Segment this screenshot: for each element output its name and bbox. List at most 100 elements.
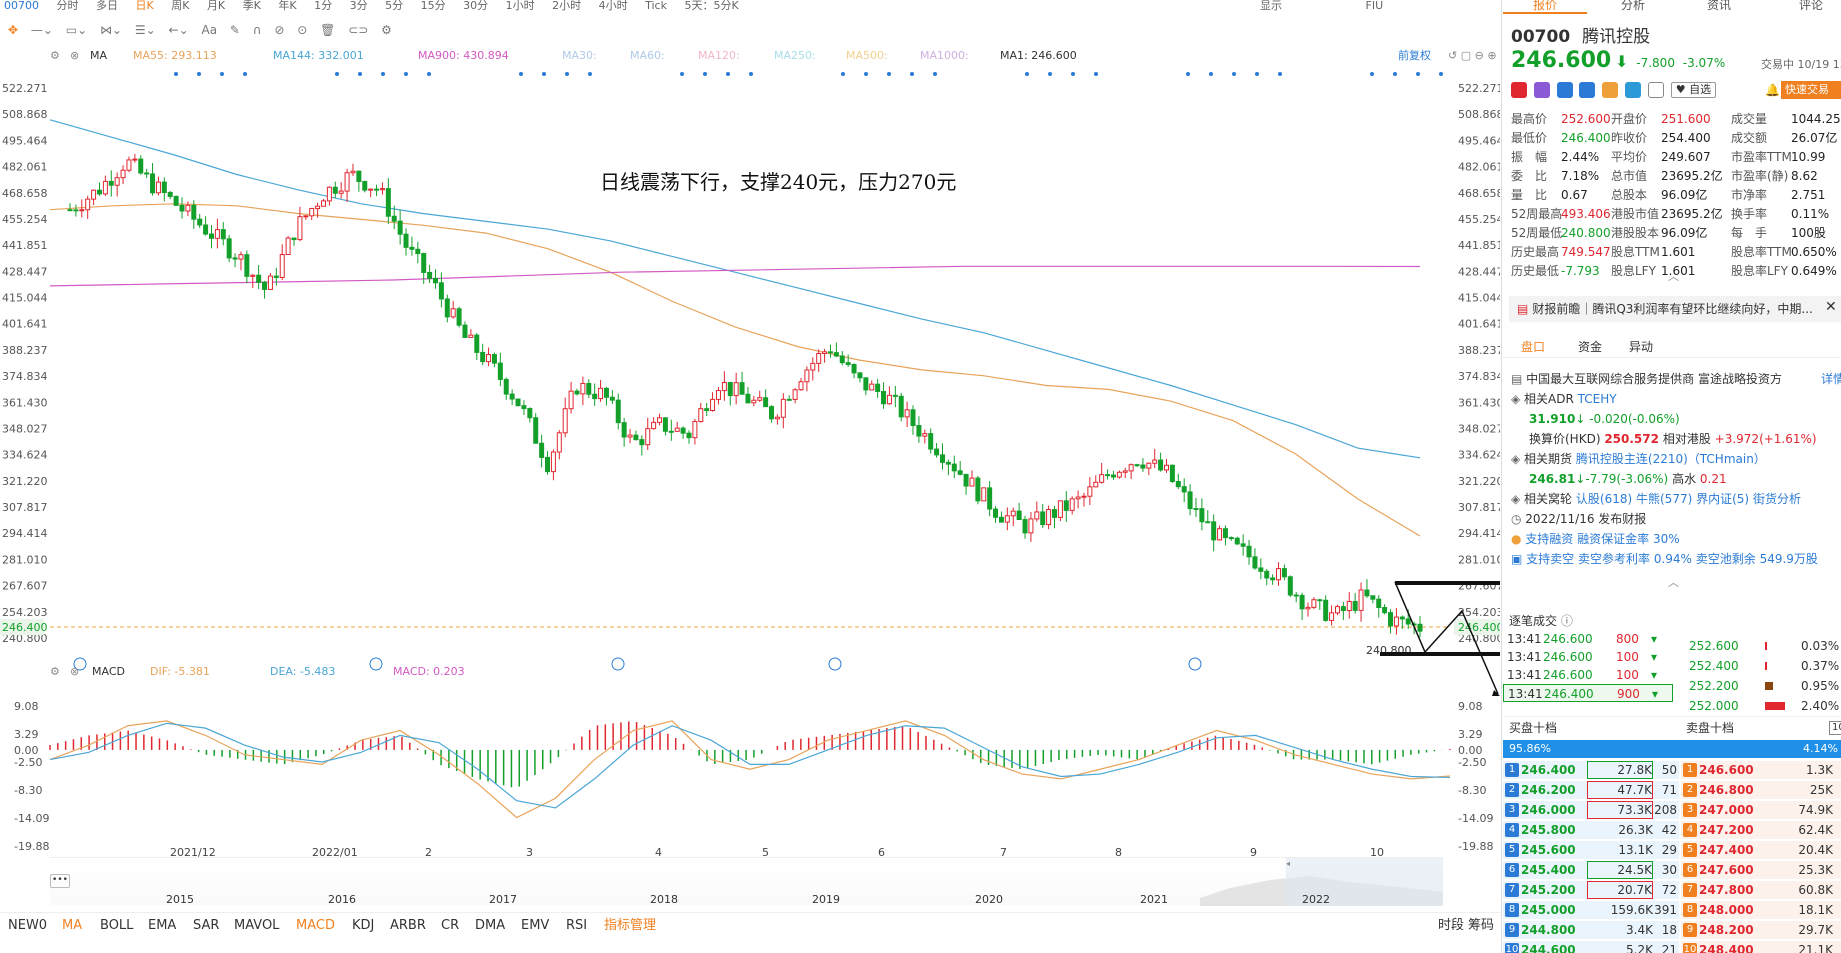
tab-ema[interactable]: EMA [148, 913, 176, 939]
futures-link[interactable]: 腾讯控股主连(2210)（TCHmain） [1576, 452, 1766, 466]
period-item-selected[interactable]: 日K [136, 0, 154, 12]
detail-link[interactable]: 详情 [1821, 370, 1841, 388]
orderbook-row[interactable]: 2 246.200 47.7K 71 2 246.800 25K [1503, 780, 1841, 800]
settings-icon[interactable]: ⚙ [50, 46, 60, 66]
period-item[interactable]: 30分 [463, 0, 488, 12]
settings-icon[interactable]: ⚙ [381, 23, 392, 37]
period-item[interactable]: Tick [645, 0, 667, 12]
ma-selector[interactable]: MA [90, 46, 107, 66]
period-item[interactable]: 月K [207, 0, 225, 12]
tab-kdj[interactable]: KDJ [352, 913, 374, 939]
magnet-icon[interactable]: ∩ [253, 23, 262, 37]
brush-tool-icon[interactable]: ✎ [230, 23, 240, 37]
tab-arbr[interactable]: ARBR [390, 913, 426, 939]
tab-macd[interactable]: MACD [296, 913, 335, 939]
collapse-chevron-icon[interactable]: ︿ [1668, 574, 1679, 590]
adr-code-link[interactable]: TCEHY [1578, 392, 1617, 406]
tab-dma[interactable]: DMA [475, 913, 505, 939]
period-item[interactable]: 5天：5分K [684, 0, 738, 12]
call-warrant-link[interactable]: 认股(618) [1576, 492, 1632, 506]
tab-depth[interactable]: 盘口 [1521, 336, 1545, 358]
tab-analysis[interactable]: 分析 [1621, 0, 1645, 11]
dollar-icon[interactable] [1579, 82, 1596, 98]
tab-capital[interactable]: 资金 [1578, 336, 1602, 358]
orderbook-row[interactable]: 6 245.400 24.5K 30 6 247.600 25.3K [1503, 860, 1841, 880]
quick-trade-button[interactable]: 快速交易 [1781, 81, 1841, 99]
trash-icon[interactable]: 🗑 [320, 23, 335, 37]
doc-icon[interactable] [1647, 82, 1664, 98]
orderbook-row[interactable]: 9 244.800 3.4K 18 9 248.200 29.7K [1503, 920, 1841, 940]
stock-code-tab[interactable]: 00700 [4, 0, 39, 12]
period-item[interactable]: 3分 [350, 0, 368, 12]
arrow-tool-icon[interactable]: ←⌄ [169, 23, 189, 37]
adjust-button[interactable]: 前复权 [1398, 46, 1431, 66]
settings-icon[interactable]: ⚙ [50, 662, 60, 682]
tab-mavol[interactable]: MAVOL [234, 913, 279, 939]
channel-tool-icon[interactable]: ☰⌄ [135, 23, 156, 37]
tab-boll[interactable]: BOLL [100, 913, 133, 939]
period-item[interactable]: 1小时 [506, 0, 535, 12]
period-item[interactable]: 1分 [314, 0, 332, 12]
close-news-icon[interactable]: ✕ [1825, 299, 1837, 315]
close-icon[interactable]: ⊗ [70, 46, 79, 66]
text-tool-icon[interactable]: Aa [201, 23, 217, 37]
inline-warrant-link[interactable]: 界内证(5) [1696, 492, 1749, 506]
period-item[interactable]: 15分 [421, 0, 446, 12]
orderbook-row[interactable]: 8 245.000 159.6K 391 8 248.000 18.1K [1503, 900, 1841, 920]
link-icon[interactable]: ⊂⊃ [348, 23, 368, 37]
period-item[interactable]: 4小时 [599, 0, 628, 12]
period-item[interactable]: 季K [243, 0, 261, 12]
period-item[interactable]: 2小时 [552, 0, 581, 12]
display-menu[interactable]: 显示 [1260, 0, 1282, 12]
cbbc-link[interactable]: 牛熊(577) [1636, 492, 1692, 506]
app-icon[interactable] [1533, 82, 1550, 98]
short-support[interactable]: 支持卖空 [1526, 552, 1574, 566]
period-item[interactable]: 5分 [385, 0, 403, 12]
hk-flag-icon[interactable] [1511, 82, 1527, 98]
tab-comments[interactable]: 评论 [1799, 0, 1823, 11]
expand-chevron-icon[interactable]: ︿ [1668, 268, 1679, 284]
lock-icon[interactable]: ⊘ [274, 23, 284, 37]
alert-icon[interactable] [1602, 82, 1619, 98]
indicator-manage-link[interactable]: 指标管理 [604, 913, 656, 939]
bell-icon[interactable]: 🔔 [1765, 83, 1780, 97]
tab-rsi[interactable]: RSI [566, 913, 587, 939]
period-item[interactable]: 周K [171, 0, 189, 12]
orderbook-row[interactable]: 4 245.800 26.3K 42 4 247.200 62.4K [1503, 820, 1841, 840]
tab-session[interactable]: 时段 [1438, 913, 1464, 939]
tab-new0[interactable]: NEW0 [8, 913, 47, 939]
orderbook-row[interactable]: 1 246.400 27.8K 50 1 246.600 1.3K [1503, 760, 1841, 780]
rect-tool-icon[interactable]: ▭⌄ [66, 23, 87, 37]
news-banner[interactable]: ▤ 财报前瞻｜腾讯Q3利润率有望环比继续向好，中期... [1509, 296, 1841, 322]
orderbook-row[interactable]: 7 245.200 20.7K 72 7 247.800 60.8K [1503, 880, 1841, 900]
orderbook-row[interactable]: 10 244.600 5.2K 21 10 248.400 21.1K [1503, 940, 1841, 953]
help-icon[interactable]: ⓘ [1561, 614, 1573, 628]
street-analysis-link[interactable]: 街货分析 [1753, 492, 1801, 506]
fib-tool-icon[interactable]: ⋈⌄ [100, 23, 122, 37]
orderbook-row[interactable]: 3 246.000 73.3K 208 3 247.000 74.9K [1503, 800, 1841, 820]
tab-sar[interactable]: SAR [193, 913, 219, 939]
news-icon[interactable] [1625, 82, 1642, 98]
orderbook-row[interactable]: 5 245.600 13.1K 29 5 247.400 20.4K [1503, 840, 1841, 860]
period-item[interactable]: 年K [278, 0, 296, 12]
line-tool-icon[interactable]: —⌄ [31, 23, 53, 37]
period-item[interactable]: 多日 [96, 0, 118, 12]
share-icon[interactable] [1556, 82, 1573, 98]
period-item[interactable]: 分时 [57, 0, 79, 12]
macd-selector[interactable]: MACD [92, 662, 125, 682]
timeline-navigator[interactable]: ◂ ••• 2015 2016 2017 2018 2019 2020 2021… [50, 857, 1443, 906]
fiu-button[interactable]: FIU [1366, 0, 1384, 12]
zoom-controls[interactable]: ↺ ▢ ⊖ ⊕ [1448, 46, 1497, 66]
tab-emv[interactable]: EMV [521, 913, 549, 939]
close-icon[interactable]: ⊗ [70, 662, 79, 682]
orderbook-settings-icon[interactable]: 10 [1829, 721, 1841, 735]
tab-news[interactable]: 资讯 [1707, 0, 1731, 11]
tab-anomaly[interactable]: 异动 [1629, 336, 1653, 358]
tab-quote[interactable]: 报价 [1533, 0, 1557, 11]
margin-support[interactable]: 支持融资 [1525, 532, 1573, 546]
tab-ma[interactable]: MA [62, 913, 82, 939]
nav-more-button[interactable]: ••• [50, 874, 70, 888]
tab-chips[interactable]: 筹码 [1468, 913, 1494, 939]
crosshair-icon[interactable]: ✥ [8, 23, 18, 37]
add-watchlist-button[interactable]: ♥ 自选 [1670, 82, 1717, 98]
